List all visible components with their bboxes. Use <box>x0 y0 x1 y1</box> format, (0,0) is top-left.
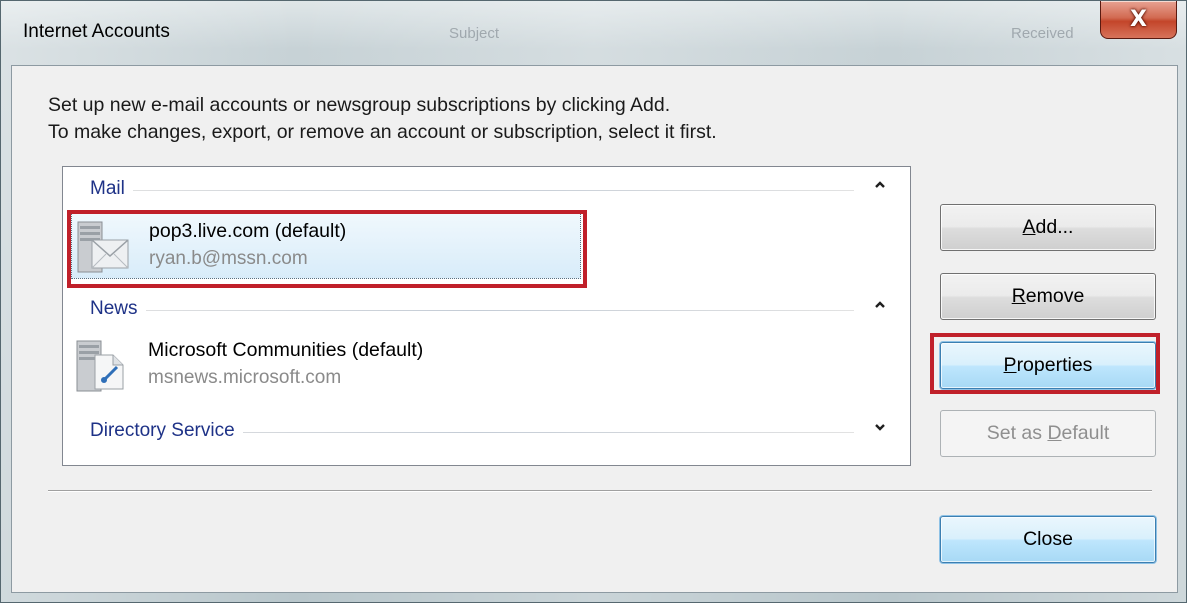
news-server-icon <box>73 337 129 395</box>
set-as-default-button[interactable]: Set as Default <box>940 410 1156 457</box>
chevron-up-icon[interactable] <box>872 178 888 198</box>
window-title: Internet Accounts <box>23 21 170 42</box>
dialog-client-area: Set up new e-mail accounts or newsgroup … <box>11 65 1178 593</box>
account-item-msnews[interactable]: Microsoft Communities (default) msnews.m… <box>71 333 581 399</box>
close-icon: X <box>1130 7 1147 32</box>
add-button-label: Add... <box>1022 216 1074 238</box>
internet-accounts-dialog: Internet Accounts Subject Received X Set… <box>0 0 1187 603</box>
chevron-up-icon[interactable] <box>872 298 888 318</box>
remove-button-label: Remove <box>1011 285 1085 307</box>
properties-button[interactable]: Properties <box>940 342 1156 389</box>
group-header-mail[interactable]: Mail <box>63 175 910 205</box>
background-column-subject: Subject <box>449 25 500 42</box>
window-close-button[interactable]: X <box>1100 1 1177 39</box>
group-divider <box>90 190 854 191</box>
instructions-line-2: To make changes, export, or remove an ac… <box>48 121 717 143</box>
set-as-default-button-label: Set as Default <box>986 422 1110 444</box>
close-button[interactable]: Close <box>940 516 1156 563</box>
chevron-down-icon[interactable] <box>872 420 888 440</box>
account-title: pop3.live.com (default) <box>149 220 347 242</box>
title-bar[interactable]: Internet Accounts Subject Received X <box>1 1 1186 67</box>
group-label-mail: Mail <box>90 178 133 200</box>
mail-server-icon <box>74 218 130 276</box>
close-button-label: Close <box>1023 528 1073 550</box>
dialog-separator <box>48 490 1152 492</box>
instructions: Set up new e-mail accounts or newsgroup … <box>48 92 717 146</box>
group-divider <box>90 310 854 311</box>
group-label-news: News <box>90 298 146 320</box>
remove-button[interactable]: Remove <box>940 273 1156 320</box>
properties-button-label: Properties <box>1003 354 1093 376</box>
account-title: Microsoft Communities (default) <box>148 339 424 361</box>
group-header-news[interactable]: News <box>63 295 910 325</box>
account-subtitle: ryan.b@mssn.com <box>149 248 308 269</box>
background-column-received: Received <box>1011 25 1074 42</box>
add-button[interactable]: Add... <box>940 204 1156 251</box>
accounts-list[interactable]: Mail pop3.live.com (default) ryan.b@mssn… <box>62 166 911 466</box>
group-label-directory: Directory Service <box>90 420 243 442</box>
account-item-pop3[interactable]: pop3.live.com (default) ryan.b@mssn.com <box>71 213 581 279</box>
account-subtitle: msnews.microsoft.com <box>148 367 342 388</box>
group-header-directory[interactable]: Directory Service <box>63 417 910 447</box>
instructions-line-1: Set up new e-mail accounts or newsgroup … <box>48 94 671 116</box>
